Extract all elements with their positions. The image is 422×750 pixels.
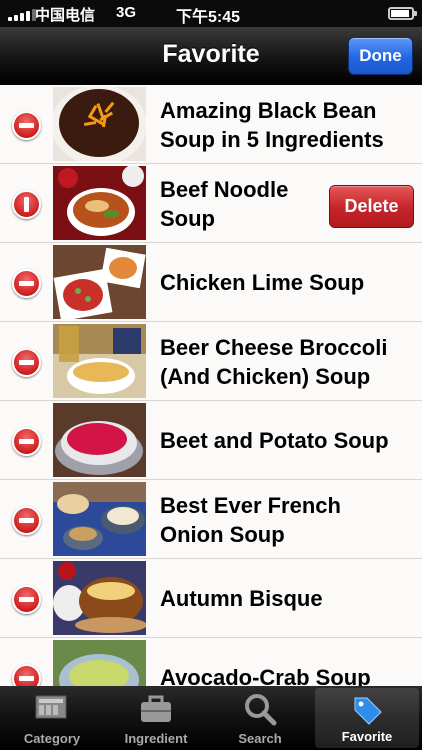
list-item[interactable]: Chicken Lime Soup (0, 243, 422, 322)
navigation-bar: Favorite Done (0, 27, 422, 85)
signal-strength-icon (8, 9, 36, 21)
tab-label: Favorite (341, 729, 393, 744)
recipe-title: Autumn Bisque (160, 586, 323, 611)
status-time: 下午5:45 (176, 9, 241, 26)
beet-potato-soup-photo (53, 403, 146, 477)
tab-search[interactable]: Search (208, 686, 312, 750)
remove-minus-icon[interactable] (12, 664, 41, 686)
list-item[interactable]: Best Ever French Onion Soup (0, 480, 422, 559)
list-item[interactable]: Beer Cheese Broccoli (And Chicken) Soup (0, 322, 422, 401)
avocado-crab-soup-photo (53, 640, 146, 686)
remove-minus-icon[interactable] (12, 585, 41, 614)
favorite-recipe-list[interactable]: Amazing Black Bean Soup in 5 Ingredients… (0, 85, 422, 686)
recipe-title: Beet and Potato Soup (160, 428, 389, 453)
remove-minus-icon[interactable] (12, 190, 41, 219)
tab-label: Category (23, 731, 81, 746)
list-item[interactable]: Avocado-Crab Soup (0, 638, 422, 686)
status-bar: 中国电信 3G 下午5:45 (0, 0, 422, 27)
delete-button[interactable]: Delete (329, 185, 414, 228)
favorite-tag-icon (354, 697, 382, 725)
recipe-title: Avocado-Crab Soup (160, 665, 371, 686)
french-onion-soup-photo (53, 482, 146, 556)
recipe-title: Amazing Black Bean Soup in 5 Ingredients (160, 97, 384, 152)
remove-minus-icon[interactable] (12, 269, 41, 298)
tab-ingredient[interactable]: Ingredient (104, 686, 208, 750)
list-item[interactable]: Autumn Bisque (0, 559, 422, 638)
list-item[interactable]: Beet and Potato Soup (0, 401, 422, 480)
recipe-title: Beer Cheese Broccoli (And Chicken) Soup (160, 334, 388, 389)
remove-minus-icon[interactable] (12, 111, 41, 140)
carrier-name: 中国电信 (35, 7, 96, 24)
recipe-title: Beef Noodle Soup (160, 176, 289, 231)
chicken-lime-soup-photo (53, 245, 146, 319)
tab-label: Search (238, 731, 282, 746)
battery-icon (388, 7, 417, 20)
black-bean-soup-photo (53, 87, 146, 161)
category-icon (35, 695, 67, 719)
tab-label: Ingredient (124, 731, 188, 746)
list-item[interactable]: Amazing Black Bean Soup in 5 Ingredients (0, 85, 422, 164)
tab-category[interactable]: Category (0, 686, 104, 750)
tab-favorite[interactable]: Favorite (315, 688, 419, 748)
ingredient-icon (141, 695, 171, 722)
recipe-title: Best Ever French Onion Soup (160, 492, 341, 547)
remove-minus-icon[interactable] (12, 427, 41, 456)
beef-noodle-soup-photo (53, 166, 146, 240)
tab-bar: Category Ingredient Search Favorite (0, 686, 422, 750)
autumn-bisque-photo (53, 561, 146, 635)
remove-minus-icon[interactable] (12, 348, 41, 377)
search-icon (245, 694, 277, 726)
recipe-title: Chicken Lime Soup (160, 270, 365, 295)
network-type: 3G (116, 4, 137, 21)
remove-minus-icon[interactable] (12, 506, 41, 535)
list-item[interactable]: Beef Noodle Soup Delete (0, 164, 422, 243)
beer-cheese-soup-photo (53, 324, 146, 398)
done-button[interactable]: Done (348, 37, 413, 75)
